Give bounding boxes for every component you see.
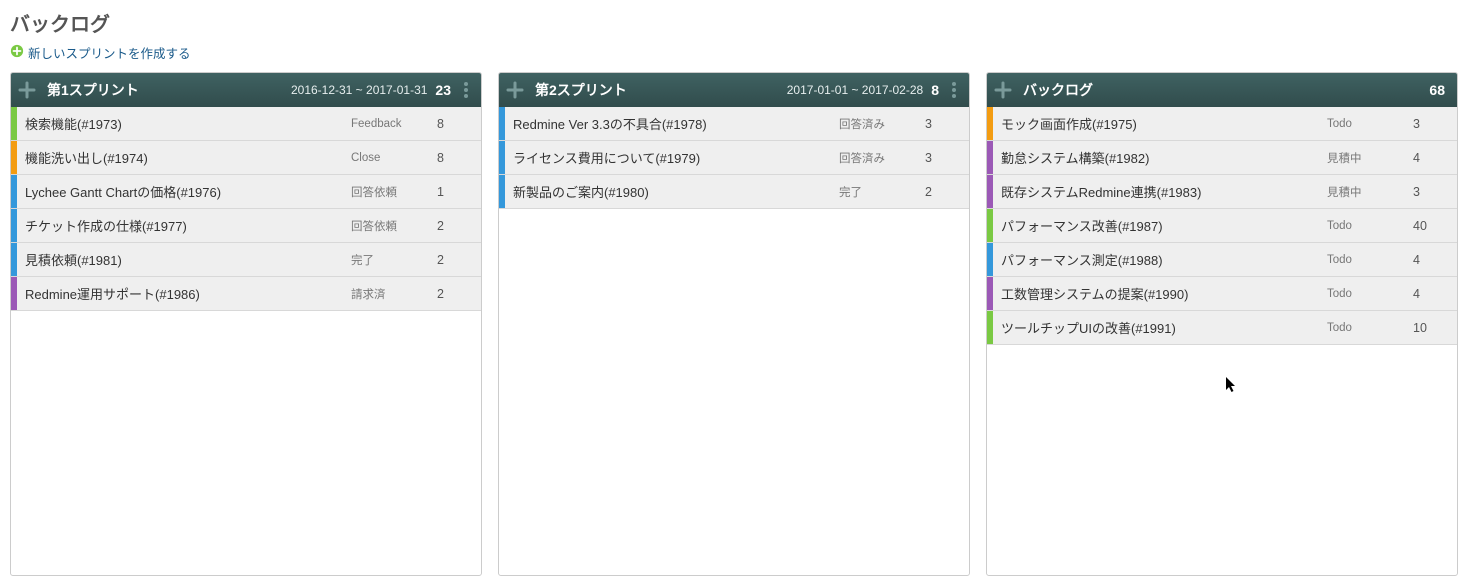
story-points: 3	[919, 151, 969, 165]
story-card[interactable]: モック画面作成(#1975)Todo3	[987, 107, 1457, 141]
story-status: 請求済	[351, 286, 431, 302]
story-title: 既存システムRedmine連携(#1983)	[993, 182, 1327, 201]
story-title: 勤怠システム構築(#1982)	[993, 148, 1327, 167]
story-points: 2	[431, 287, 481, 301]
story-title: Lychee Gantt Chartの価格(#1976)	[17, 182, 351, 201]
story-status: Close	[351, 152, 431, 164]
story-card[interactable]: 見積依頼(#1981)完了2	[11, 243, 481, 277]
add-story-button[interactable]	[15, 78, 39, 102]
story-card[interactable]: パフォーマンス改善(#1987)Todo40	[987, 209, 1457, 243]
story-points: 40	[1407, 219, 1457, 233]
story-points: 2	[431, 219, 481, 233]
story-card[interactable]: チケット作成の仕様(#1977)回答依頼2	[11, 209, 481, 243]
column-menu-button[interactable]	[945, 82, 963, 98]
story-title: ライセンス費用について(#1979)	[505, 148, 839, 167]
column-total-points: 68	[1429, 82, 1445, 98]
story-points: 2	[431, 253, 481, 267]
sprint-column: 第1スプリント 2016-12-31 ~ 2017-01-31 23 検索機能(#19…	[10, 72, 482, 576]
story-points: 10	[1407, 321, 1457, 335]
add-story-button[interactable]	[991, 78, 1015, 102]
story-points: 4	[1407, 253, 1457, 267]
story-status: 見積中	[1327, 150, 1407, 166]
story-title: 見積依頼(#1981)	[17, 250, 351, 269]
new-sprint-label: 新しいスプリントを作成する	[28, 43, 191, 62]
story-title: パフォーマンス改善(#1987)	[993, 216, 1327, 235]
story-title: パフォーマンス測定(#1988)	[993, 250, 1327, 269]
story-card[interactable]: Lychee Gantt Chartの価格(#1976)回答依頼1	[11, 175, 481, 209]
story-points: 8	[431, 151, 481, 165]
story-points: 1	[431, 185, 481, 199]
story-card[interactable]: 既存システムRedmine連携(#1983)見積中3	[987, 175, 1457, 209]
add-story-button[interactable]	[503, 78, 527, 102]
story-status: Todo	[1327, 322, 1407, 334]
story-title: 機能洗い出し(#1974)	[17, 148, 351, 167]
column-title: 第2スプリント	[535, 80, 627, 100]
story-card[interactable]: パフォーマンス測定(#1988)Todo4	[987, 243, 1457, 277]
column-total-points: 8	[931, 82, 939, 98]
story-points: 4	[1407, 151, 1457, 165]
column-date-range: 2017-01-01 ~ 2017-02-28	[787, 83, 923, 97]
story-title: モック画面作成(#1975)	[993, 114, 1327, 133]
story-card[interactable]: 検索機能(#1973)Feedback8	[11, 107, 481, 141]
story-card[interactable]: 新製品のご案内(#1980)完了2	[499, 175, 969, 209]
story-points: 3	[1407, 117, 1457, 131]
story-list: モック画面作成(#1975)Todo3勤怠システム構築(#1982)見積中4既存…	[987, 107, 1457, 575]
story-status: Todo	[1327, 288, 1407, 300]
column-title: バックログ	[1023, 80, 1093, 100]
story-card[interactable]: ライセンス費用について(#1979)回答済み3	[499, 141, 969, 175]
story-status: 完了	[351, 252, 431, 268]
story-status: 見積中	[1327, 184, 1407, 200]
story-card[interactable]: 工数管理システムの提案(#1990)Todo4	[987, 277, 1457, 311]
sprint-column: 第2スプリント 2017-01-01 ~ 2017-02-28 8 Redmine V…	[498, 72, 970, 576]
story-title: ツールチップUIの改善(#1991)	[993, 318, 1327, 337]
story-title: チケット作成の仕様(#1977)	[17, 216, 351, 235]
column-header: 第2スプリント 2017-01-01 ~ 2017-02-28 8	[499, 73, 969, 107]
story-card[interactable]: 機能洗い出し(#1974)Close8	[11, 141, 481, 175]
new-sprint-link[interactable]: 新しいスプリントを作成する	[10, 43, 191, 62]
story-list: Redmine Ver 3.3の不具合(#1978)回答済み3ライセンス費用につ…	[499, 107, 969, 575]
story-card[interactable]: 勤怠システム構築(#1982)見積中4	[987, 141, 1457, 175]
backlog-board: 第1スプリント2016-12-31 ~ 2017-01-3123検索機能(#19…	[10, 72, 1458, 576]
story-title: Redmine Ver 3.3の不具合(#1978)	[505, 114, 839, 133]
story-points: 2	[919, 185, 969, 199]
story-status: 回答依頼	[351, 184, 431, 200]
page-title: バックログ	[10, 8, 1458, 37]
story-card[interactable]: Redmine Ver 3.3の不具合(#1978)回答済み3	[499, 107, 969, 141]
story-status: 完了	[839, 184, 919, 200]
column-menu-button[interactable]	[457, 82, 475, 98]
story-status: 回答済み	[839, 116, 919, 132]
story-title: Redmine運用サポート(#1986)	[17, 284, 351, 303]
story-status: 回答済み	[839, 150, 919, 166]
story-status: Todo	[1327, 254, 1407, 266]
column-total-points: 23	[435, 82, 451, 98]
sprint-column: バックログ68モック画面作成(#1975)Todo3勤怠システム構築(#1982…	[986, 72, 1458, 576]
story-points: 3	[919, 117, 969, 131]
column-header: バックログ 68	[987, 73, 1457, 107]
column-header: 第1スプリント 2016-12-31 ~ 2017-01-31 23	[11, 73, 481, 107]
story-status: 回答依頼	[351, 218, 431, 234]
story-points: 4	[1407, 287, 1457, 301]
story-title: 新製品のご案内(#1980)	[505, 182, 839, 201]
story-title: 工数管理システムの提案(#1990)	[993, 284, 1327, 303]
story-card[interactable]: Redmine運用サポート(#1986)請求済2	[11, 277, 481, 311]
story-points: 3	[1407, 185, 1457, 199]
story-status: Feedback	[351, 118, 431, 130]
story-status: Todo	[1327, 220, 1407, 232]
story-points: 8	[431, 117, 481, 131]
column-date-range: 2016-12-31 ~ 2017-01-31	[291, 83, 427, 97]
column-title: 第1スプリント	[47, 80, 139, 100]
add-circle-icon	[10, 44, 24, 61]
story-list: 検索機能(#1973)Feedback8機能洗い出し(#1974)Close8L…	[11, 107, 481, 575]
story-title: 検索機能(#1973)	[17, 114, 351, 133]
story-card[interactable]: ツールチップUIの改善(#1991)Todo10	[987, 311, 1457, 345]
story-status: Todo	[1327, 118, 1407, 130]
